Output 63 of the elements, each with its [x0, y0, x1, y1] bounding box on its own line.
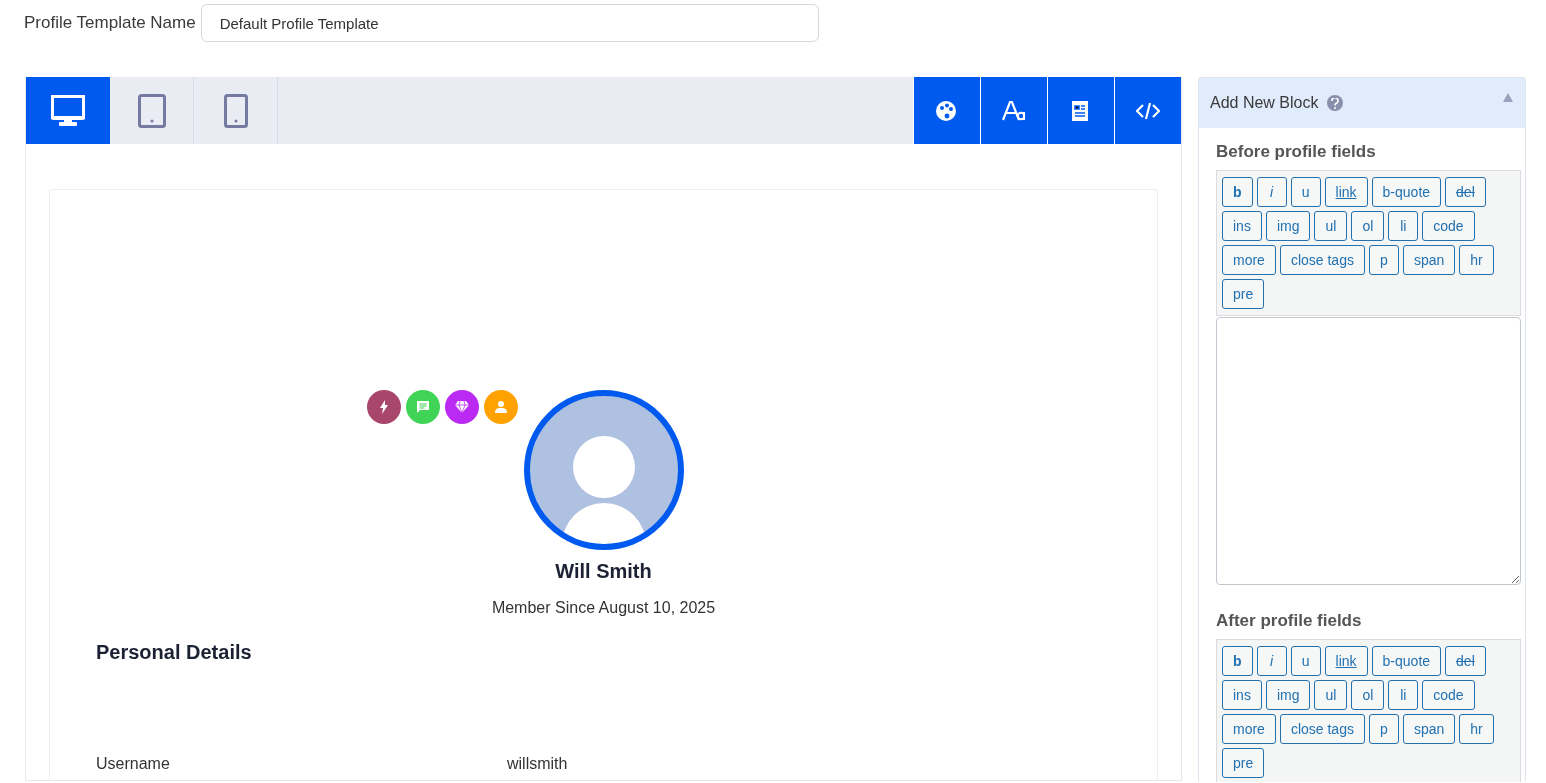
palette-icon: [935, 99, 959, 122]
diamond-icon: [455, 401, 469, 413]
tag-button[interactable]: ins: [1222, 680, 1262, 710]
field-value: willsmith: [507, 755, 568, 773]
tag-button[interactable]: b-quote: [1371, 177, 1442, 207]
tag-button[interactable]: more: [1222, 714, 1276, 744]
tag-button[interactable]: b: [1222, 646, 1253, 676]
tag-button[interactable]: b: [1222, 177, 1253, 207]
tag-button[interactable]: more: [1222, 245, 1276, 275]
tag-button[interactable]: del: [1445, 177, 1486, 207]
chat-icon: [416, 400, 430, 414]
tag-button[interactable]: code: [1422, 680, 1475, 710]
panel-title: Add New Block: [1210, 94, 1319, 112]
editor-heading: Before profile fields: [1216, 142, 1377, 162]
avatar-icon: [523, 390, 684, 550]
template-name-field[interactable]: Default Profile Template: [200, 4, 819, 42]
tag-button[interactable]: i: [1256, 646, 1287, 676]
user-icon: [495, 401, 507, 413]
tag-button[interactable]: link: [1324, 177, 1368, 207]
font-icon: [1002, 99, 1026, 122]
tag-button[interactable]: ins: [1222, 211, 1262, 241]
desktop-icon: [51, 94, 85, 127]
code-button[interactable]: [1114, 77, 1181, 144]
tag-button[interactable]: del: [1445, 646, 1486, 676]
tag-button[interactable]: u: [1290, 646, 1321, 676]
tag-button[interactable]: p: [1368, 245, 1399, 275]
tag-button[interactable]: link: [1324, 646, 1368, 676]
tag-button[interactable]: code: [1422, 211, 1475, 241]
tag-button[interactable]: img: [1265, 680, 1311, 710]
block-panel-header[interactable]: Add New Block: [1199, 78, 1525, 128]
tag-button[interactable]: span: [1402, 245, 1456, 275]
editor-heading: After profile fields: [1216, 611, 1363, 631]
profile-name: Will Smith: [554, 560, 653, 583]
tag-button[interactable]: span: [1402, 714, 1456, 744]
tag-button[interactable]: hr: [1459, 245, 1494, 275]
tag-button[interactable]: close tags: [1279, 245, 1365, 275]
tablet-icon: [137, 93, 166, 128]
help-icon[interactable]: [1326, 95, 1343, 111]
member-since-text: Member Since August 10, 2025: [490, 599, 717, 617]
tag-button[interactable]: ol: [1351, 211, 1385, 241]
tag-button[interactable]: pre: [1222, 748, 1265, 778]
tag-button[interactable]: p: [1368, 714, 1399, 744]
tag-button[interactable]: b-quote: [1371, 646, 1442, 676]
tag-button[interactable]: i: [1256, 177, 1287, 207]
field-label: Profile Template Name: [24, 13, 196, 33]
lightning-icon: [379, 400, 389, 414]
device-tab[interactable]: [26, 77, 110, 144]
tag-button[interactable]: pre: [1222, 279, 1265, 309]
tag-button[interactable]: img: [1265, 211, 1311, 241]
tag-button[interactable]: ul: [1314, 680, 1348, 710]
tag-button[interactable]: hr: [1459, 714, 1494, 744]
document-button[interactable]: [1047, 77, 1114, 144]
tag-button[interactable]: li: [1388, 680, 1419, 710]
phone-icon: [223, 93, 248, 128]
tag-button[interactable]: close tags: [1279, 714, 1365, 744]
palette-button[interactable]: [913, 77, 980, 144]
tag-button[interactable]: u: [1290, 177, 1321, 207]
font-button[interactable]: [980, 77, 1047, 144]
tag-button[interactable]: ol: [1351, 680, 1385, 710]
tag-button[interactable]: li: [1388, 211, 1419, 241]
field-label: Username: [96, 755, 171, 773]
section-heading: Personal Details: [96, 641, 253, 664]
tag-button[interactable]: ul: [1314, 211, 1348, 241]
